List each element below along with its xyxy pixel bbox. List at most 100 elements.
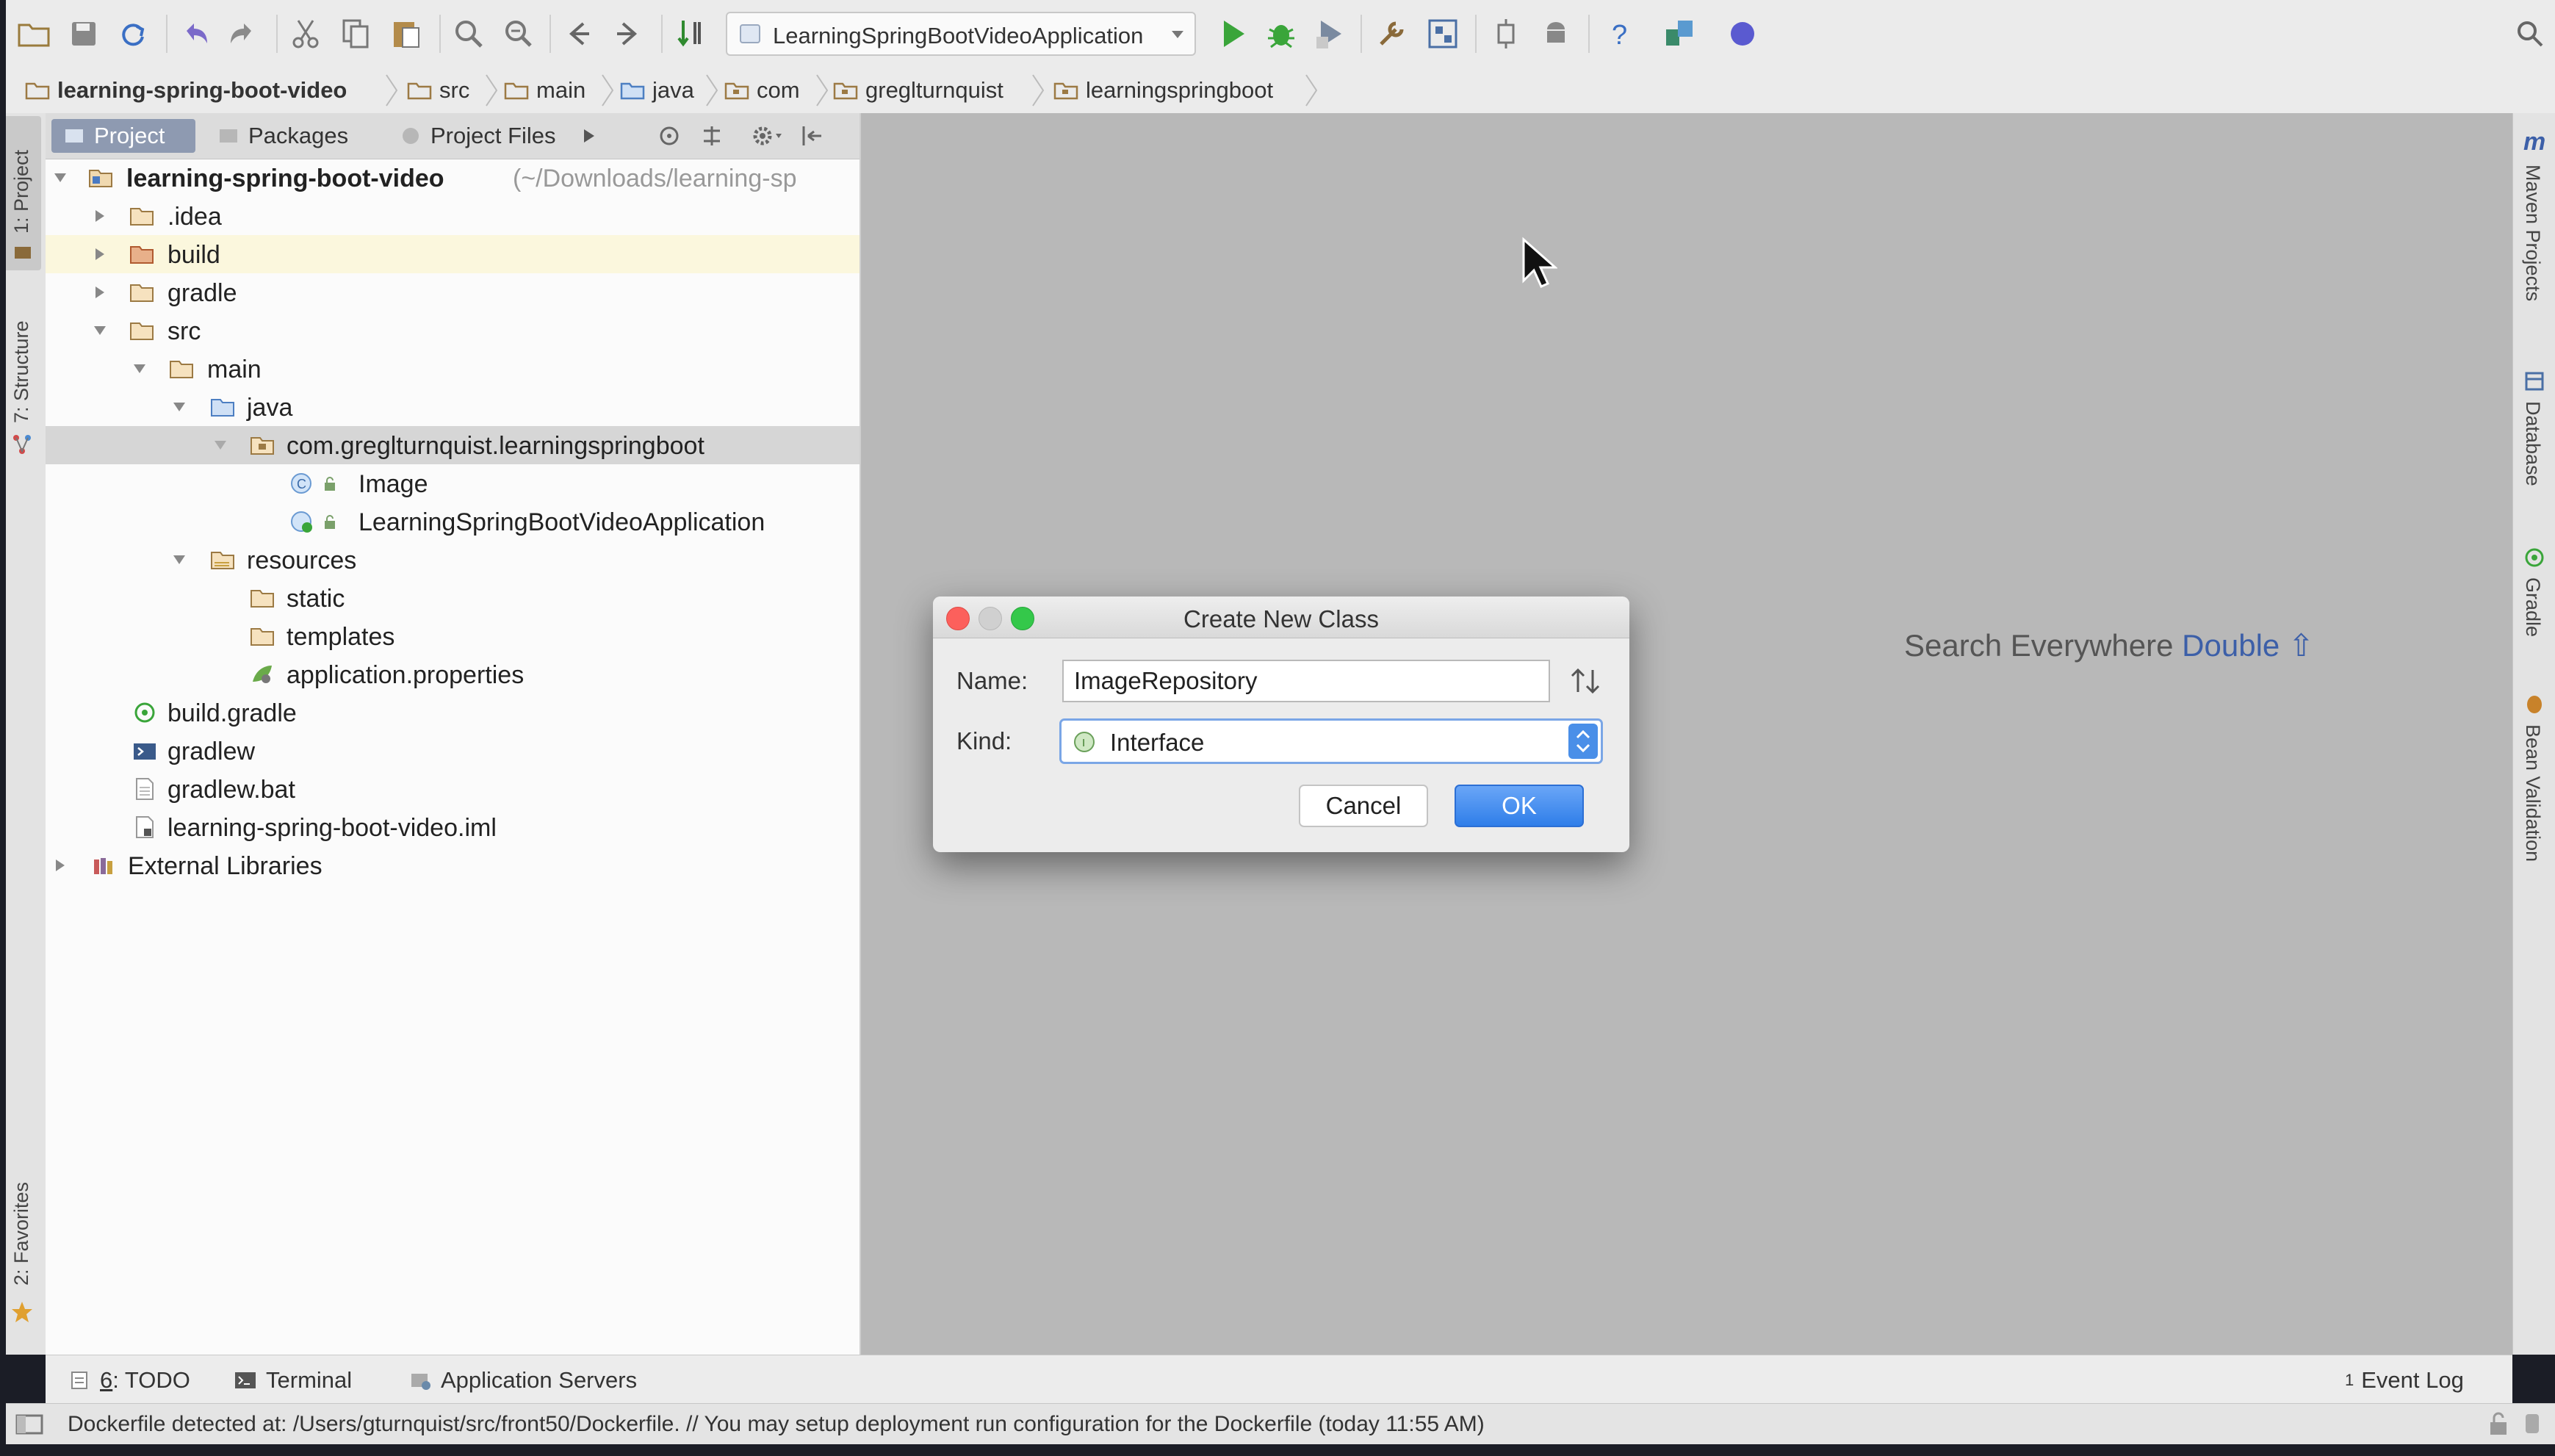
tree-item-gradlew[interactable]: gradlew <box>46 732 860 770</box>
toggle-tool-windows-icon[interactable] <box>15 1413 44 1436</box>
sdk-manager-icon[interactable] <box>1488 16 1524 51</box>
breadcrumb-item-learningspringboot[interactable]: learningspringboot <box>1053 75 1273 106</box>
tab-event-log[interactable]: 1 Event Log <box>2345 1366 2464 1395</box>
class-icon: C <box>291 473 311 494</box>
breadcrumb-item-greglturnquist[interactable]: greglturnquist <box>833 75 1003 106</box>
cut-icon[interactable] <box>288 16 323 51</box>
tree-item-application-class[interactable]: LearningSpringBootVideoApplication <box>46 502 860 541</box>
sync-icon[interactable] <box>115 16 150 51</box>
run-configuration-select[interactable]: LearningSpringBootVideoApplication <box>726 12 1196 56</box>
collapsed-arrow-icon[interactable] <box>93 209 107 223</box>
tree-item-label: Image <box>358 470 428 498</box>
lock-icon[interactable] <box>2486 1411 2511 1438</box>
back-icon[interactable] <box>561 16 597 51</box>
plugin-icon[interactable] <box>1725 16 1760 51</box>
expanded-arrow-icon[interactable] <box>172 552 187 567</box>
tree-item-label: LearningSpringBootVideoApplication <box>358 508 765 536</box>
copy-icon[interactable] <box>338 16 373 51</box>
collapsed-arrow-icon[interactable] <box>93 247 107 262</box>
tool-window-maven-button[interactable]: m Maven Projects <box>2516 128 2553 341</box>
breadcrumb-item-project[interactable]: learning-spring-boot-video <box>25 75 347 106</box>
tree-item-application-properties[interactable]: application.properties <box>46 655 860 693</box>
paste-icon[interactable] <box>388 16 423 51</box>
tab-terminal[interactable]: Terminal <box>234 1366 352 1395</box>
collapse-all-icon[interactable] <box>699 123 724 148</box>
breadcrumb-item-com[interactable]: com <box>724 75 800 106</box>
tab-project[interactable]: Project <box>51 119 195 153</box>
help-icon[interactable]: ? <box>1601 16 1637 51</box>
forward-icon[interactable] <box>610 16 645 51</box>
collapsed-arrow-icon[interactable] <box>93 285 107 300</box>
more-tabs-arrow-icon[interactable] <box>582 128 597 144</box>
breadcrumb-item-java[interactable]: java <box>620 75 694 106</box>
save-icon[interactable] <box>66 16 101 51</box>
make-project-icon[interactable] <box>673 16 708 51</box>
find-icon[interactable] <box>451 16 486 51</box>
search-everywhere-icon[interactable] <box>2512 16 2548 51</box>
tree-item-gradle[interactable]: gradle <box>46 273 860 311</box>
tree-item-package[interactable]: com.greglturnquist.learningspringboot <box>46 426 860 464</box>
dialog-title-bar[interactable]: Create New Class <box>933 597 1629 638</box>
tree-item-src[interactable]: src <box>46 311 860 350</box>
tree-item-java[interactable]: java <box>46 388 860 426</box>
hide-panel-icon[interactable] <box>799 123 824 148</box>
dropdown-stepper[interactable] <box>1568 724 1598 759</box>
tab-application-servers[interactable]: Application Servers <box>408 1366 637 1395</box>
coverage-icon[interactable] <box>1312 16 1347 51</box>
tool-window-favorites-button[interactable]: 2: Favorites <box>3 1164 41 1347</box>
tool-window-maven-label: Maven Projects <box>2522 165 2544 302</box>
ok-button[interactable]: OK <box>1455 785 1584 827</box>
tab-project-files[interactable]: Project Files <box>388 119 608 153</box>
toolbar-separator <box>661 15 663 53</box>
tree-item-image-class[interactable]: C Image <box>46 464 860 502</box>
tab-todo[interactable]: 6: TODO <box>68 1366 190 1395</box>
scroll-from-source-icon[interactable] <box>657 123 682 148</box>
replace-icon[interactable] <box>500 16 535 51</box>
tree-item-iml[interactable]: learning-spring-boot-video.iml <box>46 808 860 846</box>
android-icon[interactable] <box>1538 16 1574 51</box>
tool-window-structure-button[interactable]: 7: Structure <box>3 297 41 480</box>
expanded-arrow-icon[interactable] <box>132 361 147 376</box>
expanded-arrow-icon[interactable] <box>172 400 187 414</box>
tab-packages[interactable]: Packages <box>206 119 389 153</box>
tool-window-gradle-button[interactable]: Gradle <box>2516 547 2553 693</box>
tool-window-bean-validation-button[interactable]: Bean Validation <box>2516 693 2553 929</box>
tree-item-main[interactable]: main <box>46 350 860 388</box>
run-icon[interactable] <box>1215 16 1250 51</box>
expanded-arrow-icon[interactable] <box>93 323 107 338</box>
redo-icon[interactable] <box>225 16 260 51</box>
tree-item-build-gradle[interactable]: build.gradle <box>46 693 860 732</box>
star-icon <box>12 1302 32 1322</box>
tool-window-database-button[interactable]: Database <box>2516 370 2553 539</box>
kind-dropdown[interactable]: I Interface <box>1059 718 1603 764</box>
tree-item-resources[interactable]: resources <box>46 541 860 579</box>
undo-icon[interactable] <box>178 16 213 51</box>
project-view-tabs: Project Packages Project Files <box>46 113 860 159</box>
settings-wrench-icon[interactable] <box>1374 16 1409 51</box>
tool-window-project-button[interactable]: 1: Project <box>3 116 41 270</box>
class-name-input[interactable] <box>1062 660 1550 702</box>
tree-item-external-libraries[interactable]: External Libraries <box>46 846 860 884</box>
mouse-cursor-icon <box>1522 237 1557 288</box>
tree-item-idea[interactable]: .idea <box>46 197 860 235</box>
expanded-arrow-icon[interactable] <box>53 170 68 185</box>
expanded-arrow-icon[interactable] <box>213 438 228 453</box>
cancel-button[interactable]: Cancel <box>1299 785 1428 827</box>
breadcrumb-item-main[interactable]: main <box>504 75 585 106</box>
sort-order-icon[interactable] <box>1569 666 1601 696</box>
project-structure-icon[interactable] <box>1425 16 1460 51</box>
open-folder-icon[interactable] <box>16 16 51 51</box>
vcs-icon[interactable] <box>1662 16 1697 51</box>
tree-item-root[interactable]: learning-spring-boot-video (~/Downloads/… <box>46 159 860 197</box>
tree-item-static[interactable]: static <box>46 579 860 617</box>
debug-icon[interactable] <box>1264 16 1299 51</box>
breadcrumb-separator <box>486 74 498 107</box>
resources-folder-icon <box>211 552 234 569</box>
tree-item-build[interactable]: build <box>46 235 860 273</box>
tree-item-templates[interactable]: templates <box>46 617 860 655</box>
notifications-icon[interactable] <box>2520 1411 2545 1438</box>
gear-icon[interactable] <box>751 123 783 148</box>
collapsed-arrow-icon[interactable] <box>53 858 68 873</box>
tree-item-gradlew-bat[interactable]: gradlew.bat <box>46 770 860 808</box>
breadcrumb-item-src[interactable]: src <box>407 75 469 106</box>
